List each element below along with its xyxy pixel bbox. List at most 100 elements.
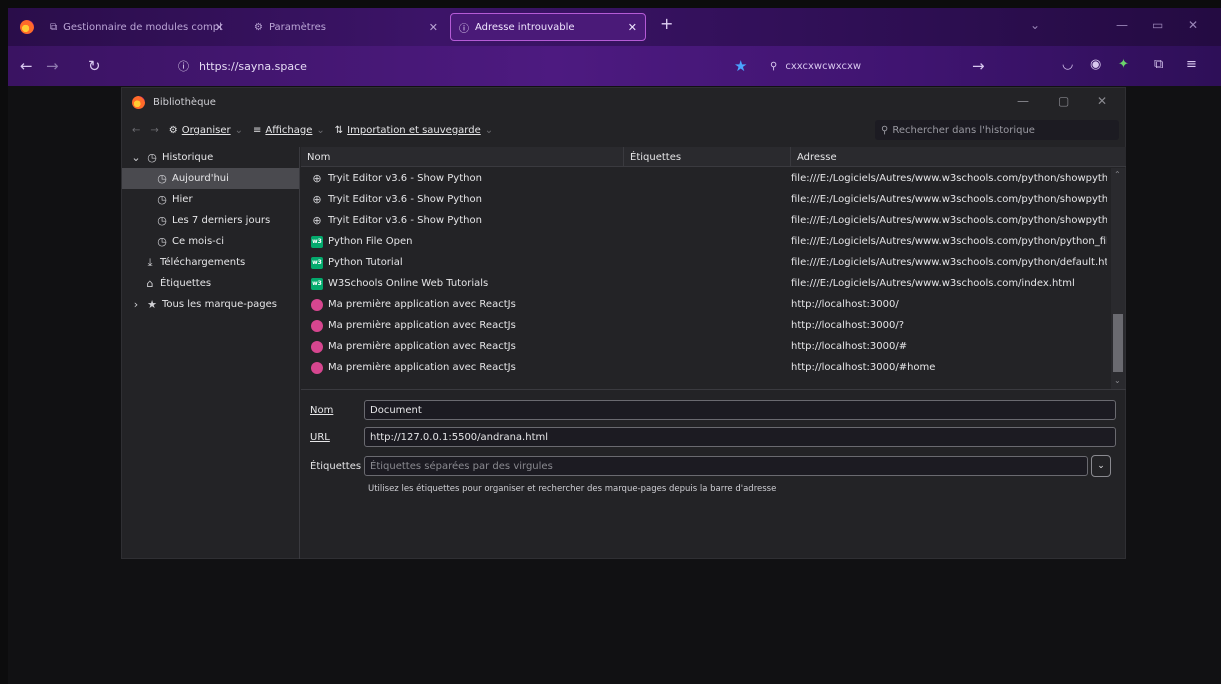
close-icon[interactable]: ✕	[1097, 94, 1107, 108]
extension-icon[interactable]: ✦	[1118, 57, 1129, 72]
close-icon[interactable]: ✕	[215, 21, 224, 34]
sort-arrows-icon: ⇅	[334, 124, 344, 136]
tree-item-historique[interactable]: ⌄ ◷ Historique	[122, 147, 299, 168]
account-icon[interactable]: ◉	[1090, 57, 1101, 72]
browser-nav-bar: ← → ↻ ⓘ https://sayna.space ★ ⚲ cxxcxwcw…	[8, 46, 1221, 86]
search-bar[interactable]: ⚲ cxxcxwcwxcxw	[770, 52, 1000, 80]
tree-item-etiquettes[interactable]: ⌂ Étiquettes	[122, 273, 299, 294]
star-icon: ★	[147, 298, 157, 311]
tree-item-aujourdhui[interactable]: ◷ Aujourd'hui	[122, 168, 299, 189]
url-text: https://sayna.space	[199, 59, 307, 73]
bookmark-star-icon[interactable]: ★	[734, 57, 747, 75]
firefox-logo-icon	[132, 95, 145, 109]
go-arrow-icon[interactable]: →	[972, 57, 985, 75]
tags-field[interactable]: Étiquettes séparées par des virgules	[364, 456, 1088, 476]
close-icon[interactable]: ✕	[628, 21, 637, 34]
maximize-icon[interactable]: ▭	[1152, 18, 1163, 32]
close-icon[interactable]: ✕	[429, 21, 438, 34]
tag-icon: ⌂	[146, 277, 154, 290]
tree-item-telechargements[interactable]: ⤓ Téléchargements	[122, 252, 299, 273]
chevron-down-icon: ⌄	[316, 124, 325, 136]
column-header-adresse[interactable]: Adresse	[790, 147, 1126, 167]
search-icon: ⚲	[881, 124, 889, 136]
forward-icon[interactable]: →	[46, 57, 59, 75]
pocket-icon[interactable]: ◡	[1062, 57, 1073, 72]
organiser-menu[interactable]: ⚙ Organiser ⌄	[169, 125, 243, 136]
tags-dropdown-button[interactable]: ⌄	[1091, 455, 1111, 477]
column-header-nom[interactable]: Nom	[301, 147, 623, 167]
url-field[interactable]: http://127.0.0.1:5500/andrana.html	[364, 427, 1116, 447]
minimize-icon[interactable]: —	[1017, 94, 1029, 108]
tree-item-ce-mois[interactable]: ◷ Ce mois-ci	[122, 231, 299, 252]
react-app-icon	[311, 340, 323, 353]
chevron-down-icon: ⌄	[234, 124, 244, 136]
tab-adresse-introuvable[interactable]: ⓘ Adresse introuvable ✕	[450, 13, 646, 41]
browser-tab-bar: ⧉ Gestionnaire de modules compl ✕ ⚙ Para…	[8, 8, 1221, 46]
scrollbar-thumb[interactable]	[1113, 314, 1123, 372]
tags-label: Étiquettes	[310, 461, 362, 472]
library-window: Bibliothèque — ▢ ✕ ← → ⚙ Organiser ⌄ ≡ A…	[121, 87, 1126, 559]
clock-icon: ◷	[157, 193, 167, 206]
table-row[interactable]: ⊕ Tryit Editor v3.6 - Show Python file://…	[301, 210, 1108, 231]
table-row[interactable]: ⊕ Tryit Editor v3.6 - Show Python file://…	[301, 168, 1108, 189]
library-toolbar: ← → ⚙ Organiser ⌄ ≡ Affichage ⌄ ⇅ Import…	[122, 116, 1125, 144]
table-row[interactable]: Ma première application avec ReactJs htt…	[301, 294, 1108, 315]
table-row[interactable]: Ma première application avec ReactJs htt…	[301, 315, 1108, 336]
table-row[interactable]: w3 Python Tutorial file:///E:/Logiciels/A…	[301, 252, 1108, 273]
menu-icon[interactable]: ≡	[1186, 57, 1197, 72]
globe-icon: ⊕	[312, 214, 322, 227]
back-icon[interactable]: ←	[132, 125, 140, 136]
library-title-bar: Bibliothèque — ▢ ✕	[122, 88, 1125, 116]
firefox-logo-icon	[20, 20, 34, 34]
table-header: Nom Étiquettes Adresse	[301, 147, 1126, 167]
scroll-up-icon[interactable]: ⌃	[1114, 170, 1121, 179]
w3schools-icon: w3	[311, 277, 323, 290]
w3schools-icon: w3	[311, 235, 323, 248]
table-row[interactable]: Ma première application avec ReactJs htt…	[301, 357, 1108, 378]
history-table: Nom Étiquettes Adresse ⊕ Tryit Editor v3.…	[301, 147, 1126, 388]
tree-item-7-jours[interactable]: ◷ Les 7 derniers jours	[122, 210, 299, 231]
download-icon: ⤓	[147, 255, 153, 269]
clock-icon: ◷	[147, 151, 157, 164]
tree-item-hier[interactable]: ◷ Hier	[122, 189, 299, 210]
history-search-input[interactable]: ⚲ Rechercher dans l'historique	[875, 120, 1119, 140]
table-row[interactable]: w3 Python File Open file:///E:/Logiciels/…	[301, 231, 1108, 252]
tree-item-marque-pages[interactable]: › ★ Tous les marque-pages	[122, 294, 299, 315]
info-icon[interactable]: ⓘ	[178, 58, 189, 74]
list-tabs-icon[interactable]: ⌄	[1030, 18, 1040, 32]
chevron-down-icon: ⌄	[484, 124, 494, 136]
library-title: Bibliothèque	[153, 96, 216, 108]
forward-icon[interactable]: →	[150, 125, 158, 136]
url-label: URL	[310, 432, 330, 443]
tab-parametres[interactable]: ⚙ Paramètres ✕	[246, 13, 446, 41]
search-icon: ⚲	[770, 60, 778, 72]
close-window-icon[interactable]: ✕	[1188, 18, 1198, 32]
tab-modules[interactable]: ⧉ Gestionnaire de modules compl ✕	[42, 13, 232, 41]
column-header-etiquettes[interactable]: Étiquettes	[623, 147, 790, 167]
bookmark-details: Nom Document URL http://127.0.0.1:5500/a…	[301, 389, 1126, 559]
import-export-menu[interactable]: ⇅ Importation et sauvegarde ⌄	[335, 125, 493, 136]
extensions-puzzle-icon[interactable]: ⧉	[1154, 57, 1163, 72]
table-scrollbar[interactable]: ⌃ ⌄	[1111, 168, 1125, 389]
affichage-menu[interactable]: ≡ Affichage ⌄	[253, 125, 325, 136]
react-app-icon	[311, 298, 323, 311]
clock-icon: ◷	[157, 172, 167, 185]
new-tab-button[interactable]: +	[660, 14, 673, 33]
gear-icon: ⚙	[254, 21, 263, 33]
chevron-down-icon: ⌄	[131, 151, 141, 164]
table-row[interactable]: w3 W3Schools Online Web Tutorials file://…	[301, 273, 1108, 294]
react-app-icon	[311, 319, 323, 332]
back-icon[interactable]: ←	[20, 57, 33, 75]
maximize-icon[interactable]: ▢	[1058, 94, 1069, 108]
extension-icon: ⧉	[50, 21, 58, 33]
url-bar[interactable]: ⓘ https://sayna.space	[166, 52, 756, 80]
minimize-icon[interactable]: —	[1116, 18, 1128, 32]
scroll-down-icon[interactable]: ⌄	[1114, 376, 1121, 385]
name-field[interactable]: Document	[364, 400, 1116, 420]
table-row[interactable]: Ma première application avec ReactJs htt…	[301, 336, 1108, 357]
w3schools-icon: w3	[311, 256, 323, 269]
table-row[interactable]: ⊕ Tryit Editor v3.6 - Show Python file://…	[301, 189, 1108, 210]
library-tree: ⌄ ◷ Historique ◷ Aujourd'hui ◷ Hier ◷ Le…	[122, 147, 300, 559]
info-icon: ⓘ	[459, 23, 469, 35]
reload-icon[interactable]: ↻	[88, 57, 101, 75]
